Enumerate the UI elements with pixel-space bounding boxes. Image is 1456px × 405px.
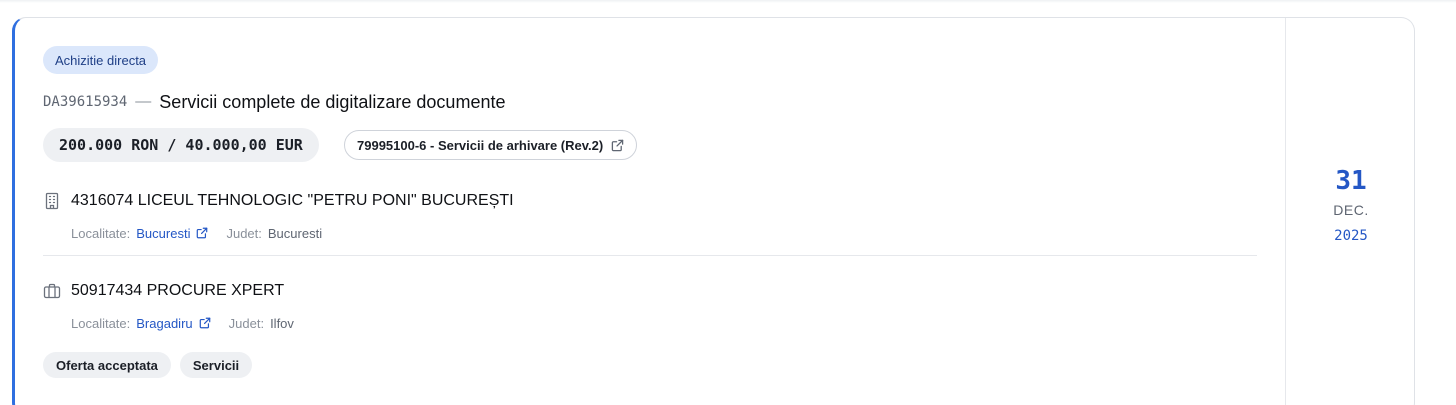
supplier-county: Ilfov [270,315,294,331]
estimated-value: 200.000 RON / 40.000,00 EUR [43,128,319,162]
category-tag: Servicii [179,352,253,378]
buyer-block: 4316074 LICEUL TEHNOLOGIC "PETRU PONI" B… [43,190,1257,256]
supplier-block: 50917434 PROCURE XPERT Localitate: Braga… [43,280,1257,332]
status-tag: Oferta acceptata [43,352,171,378]
date-day: 31 [1335,166,1367,196]
cpv-code-label: 79995100-6 - Servicii de arhivare (Rev.2… [357,137,604,153]
locality-label: Localitate: [71,315,131,331]
briefcase-icon [43,282,61,300]
tag-list: Oferta acceptata Servicii [43,352,253,378]
external-link-icon[interactable] [199,317,211,329]
county-label: Judet: [228,315,265,331]
building-icon [43,192,61,210]
tender-card[interactable]: Achizitie directa DA39615934 — Servicii … [12,17,1415,405]
external-link-icon[interactable] [196,227,208,239]
supplier-locality-link[interactable]: Bragadiru [136,316,192,331]
external-link-icon [611,139,624,152]
date-year: 2025 [1334,228,1368,244]
top-divider [0,0,1456,3]
tender-details: Achizitie directa DA39615934 — Servicii … [15,18,1285,405]
date-month: DEC. [1333,202,1369,218]
locality-label: Localitate: [71,225,131,241]
title-row: DA39615934 — Servicii complete de digita… [43,90,505,114]
tender-title[interactable]: Servicii complete de digitalizare docume… [159,92,505,113]
tender-id: DA39615934 [43,94,128,110]
buyer-locality-link[interactable]: Bucuresti [136,226,190,241]
buyer-name[interactable]: 4316074 LICEUL TEHNOLOGIC "PETRU PONI" B… [71,192,514,210]
county-label: Judet: [226,225,262,241]
supplier-name[interactable]: 50917434 PROCURE XPERT [71,282,284,300]
supplier-location: Localitate: Bragadiru Judet: Ilfov [71,314,1257,332]
buyer-location: Localitate: Bucuresti Judet: Bucuresti [71,224,1257,242]
buyer-county: Bucuresti [267,225,323,241]
title-separator: — [135,93,152,110]
deadline-date: 31 DEC. 2025 [1285,18,1414,405]
cpv-code-link[interactable]: 79995100-6 - Servicii de arhivare (Rev.2… [344,130,638,160]
procedure-type-badge: Achizitie directa [43,46,159,74]
